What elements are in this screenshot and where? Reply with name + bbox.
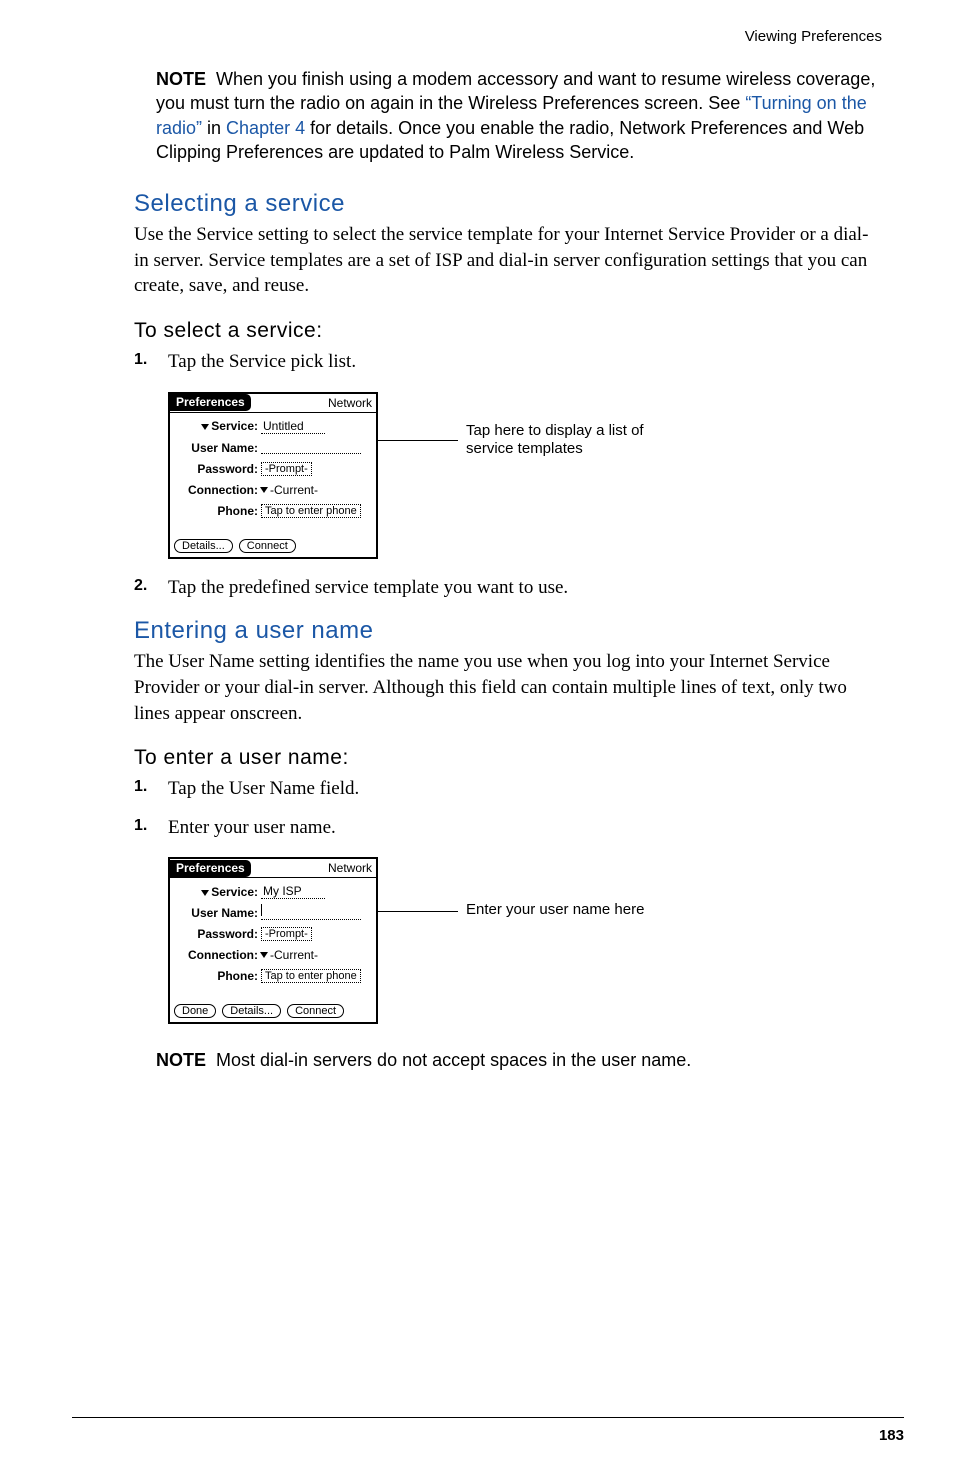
phone-label: Phone: xyxy=(176,969,261,983)
text-cursor-icon xyxy=(261,904,262,916)
footer-rule xyxy=(72,1417,904,1418)
screen-title-tab: Preferences xyxy=(170,394,251,411)
service-picklist[interactable]: My ISP xyxy=(261,884,325,899)
callout-text: Tap here to display a list of service te… xyxy=(466,422,656,460)
dropdown-arrow-icon xyxy=(201,890,209,896)
callout: Enter your user name here xyxy=(378,901,644,920)
phone-field[interactable]: Tap to enter phone xyxy=(261,504,361,518)
screen-category-picker[interactable]: Network xyxy=(328,861,372,875)
entering-username-paragraph: The User Name setting identifies the nam… xyxy=(134,649,882,726)
page-number: 183 xyxy=(879,1427,904,1444)
connection-label: Connection: xyxy=(176,948,261,962)
note-label: NOTE xyxy=(156,1050,206,1070)
note-label: NOTE xyxy=(156,69,206,89)
screen-title-tab: Preferences xyxy=(170,860,251,877)
step-text: Tap the predefined service template you … xyxy=(168,577,568,598)
task-heading-select-service: To select a service: xyxy=(134,319,882,343)
step-item: 1. Tap the Service pick list. xyxy=(134,349,882,376)
service-label: Service: xyxy=(211,885,258,899)
palm-screenshot: Preferences Network Service: My ISP User… xyxy=(168,857,378,1024)
connection-label: Connection: xyxy=(176,483,261,497)
note-block: NOTEWhen you finish using a modem access… xyxy=(156,67,882,164)
screen-category-picker[interactable]: Network xyxy=(328,396,372,410)
dropdown-arrow-icon xyxy=(260,487,268,493)
phone-field[interactable]: Tap to enter phone xyxy=(261,969,361,983)
step-number: 1. xyxy=(134,776,147,798)
service-label: Service: xyxy=(211,419,258,433)
step-text: Enter your user name. xyxy=(168,817,336,838)
link-chapter-4[interactable]: Chapter 4 xyxy=(226,118,305,138)
step-item: 1. Enter your user name. xyxy=(134,815,882,842)
figure-enter-username: Preferences Network Service: My ISP User… xyxy=(168,857,882,1024)
callout-text: Enter your user name here xyxy=(466,901,644,920)
step-number: 1. xyxy=(134,815,147,837)
running-header: Viewing Preferences xyxy=(134,28,882,45)
note-text-b: in xyxy=(202,118,226,138)
step-item: 1. Tap the User Name field. xyxy=(134,776,882,803)
details-button[interactable]: Details... xyxy=(222,1004,281,1018)
note-block: NOTE Most dial-in servers do not accept s… xyxy=(156,1048,882,1072)
figure-select-service: Preferences Network Service: Untitled Us… xyxy=(168,392,882,559)
dropdown-arrow-icon xyxy=(201,424,209,430)
done-button[interactable]: Done xyxy=(174,1004,216,1018)
note-text: Most dial-in servers do not accept space… xyxy=(216,1050,691,1070)
connection-picklist[interactable]: -Current- xyxy=(270,483,318,497)
callout-leader-line xyxy=(378,440,458,441)
password-label: Password: xyxy=(176,462,261,476)
password-field[interactable]: -Prompt- xyxy=(261,462,312,476)
callout: Tap here to display a list of service te… xyxy=(378,422,656,460)
details-button[interactable]: Details... xyxy=(174,539,233,553)
username-label: User Name: xyxy=(176,441,261,455)
palm-screenshot: Preferences Network Service: Untitled Us… xyxy=(168,392,378,559)
service-picklist[interactable]: Untitled xyxy=(261,419,325,434)
connect-button[interactable]: Connect xyxy=(239,539,296,553)
step-number: 2. xyxy=(134,575,147,597)
connect-button[interactable]: Connect xyxy=(287,1004,344,1018)
step-item: 2. Tap the predefined service template y… xyxy=(134,575,882,602)
selecting-service-paragraph: Use the Service setting to select the se… xyxy=(134,222,882,299)
username-field[interactable] xyxy=(261,441,361,454)
connection-picklist[interactable]: -Current- xyxy=(270,948,318,962)
step-number: 1. xyxy=(134,349,147,371)
dropdown-arrow-icon xyxy=(260,952,268,958)
password-field[interactable]: -Prompt- xyxy=(261,927,312,941)
username-label: User Name: xyxy=(176,906,261,920)
task-heading-enter-username: To enter a user name: xyxy=(134,746,882,770)
callout-leader-line xyxy=(378,911,458,912)
phone-label: Phone: xyxy=(176,504,261,518)
subsection-heading-entering-username: Entering a user name xyxy=(134,617,882,645)
step-text: Tap the Service pick list. xyxy=(168,351,356,372)
username-field[interactable] xyxy=(261,907,361,920)
step-text: Tap the User Name field. xyxy=(168,778,359,799)
subsection-heading-selecting-service: Selecting a service xyxy=(134,190,882,218)
password-label: Password: xyxy=(176,927,261,941)
